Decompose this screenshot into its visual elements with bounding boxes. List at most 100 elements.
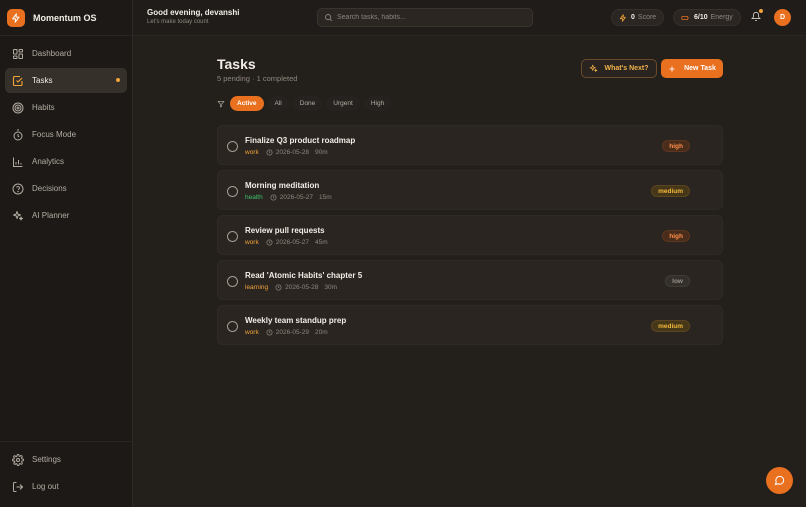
dashboard-icon (11, 47, 25, 61)
sidebar-item-analytics[interactable]: Analytics (5, 149, 127, 174)
sidebar-item-label: Decisions (32, 184, 67, 193)
sidebar-item-ai-planner[interactable]: AI Planner (5, 203, 127, 228)
task-title: Read 'Atomic Habits' chapter 5 (245, 271, 363, 280)
task-checkbox[interactable] (227, 231, 238, 242)
task-card[interactable]: Weekly team standup prep work 2026-05-29… (217, 305, 723, 345)
task-meta: learning 2026-05-28 30m (245, 284, 337, 291)
task-card[interactable]: Review pull requests work 2026-05-27 45m… (217, 215, 723, 255)
sidebar-item-decisions[interactable]: Decisions (5, 176, 127, 201)
filter-chip-urgent[interactable]: Urgent (326, 96, 360, 111)
task-category: learning (245, 284, 269, 291)
sidebar-item-label: Tasks (32, 76, 53, 85)
task-date: 2026-05-28 (285, 284, 319, 291)
whats-next-button[interactable]: What's Next? (581, 59, 657, 78)
brand[interactable]: Momentum OS (0, 0, 132, 36)
tasks-icon (11, 74, 25, 88)
page-subtitle: 5 pending · 1 completed (217, 74, 298, 83)
task-title: Finalize Q3 product roadmap (245, 136, 356, 145)
task-category: work (245, 149, 259, 156)
energy-label: Energy (710, 14, 733, 21)
task-duration: 45m (314, 239, 328, 246)
greeting-subtitle: Let's make today count (147, 19, 209, 25)
sparkles-icon (589, 64, 598, 73)
sidebar-item-logout[interactable]: Log out (5, 474, 128, 499)
sidebar-item-label: Analytics (32, 157, 65, 166)
top-bar: Good evening, devanshi Let's make today … (133, 0, 806, 36)
filter-icon (217, 100, 225, 108)
task-checkbox[interactable] (227, 321, 238, 332)
task-date: 2026-05-27 (275, 239, 309, 246)
task-card[interactable]: Morning meditation health 2026-05-27 15m… (217, 170, 723, 210)
sparkles-icon (11, 209, 25, 223)
bolt-icon (619, 13, 627, 22)
clock-icon (266, 149, 273, 156)
task-checkbox[interactable] (227, 186, 238, 197)
sidebar-footer: Settings Log out (0, 441, 133, 507)
sidebar-item-dashboard[interactable]: Dashboard (5, 41, 127, 66)
sidebar-item-focus-mode[interactable]: Focus Mode (5, 122, 127, 147)
task-meta: work 2026-05-28 90m (245, 149, 328, 156)
score-value: 0 (631, 14, 635, 21)
clock-icon (275, 284, 282, 291)
priority-badge: high (662, 140, 690, 152)
sidebar-item-label: Habits (32, 103, 55, 112)
clock-icon (270, 194, 277, 201)
filter-bar: Active All Done Urgent High (217, 96, 395, 111)
sidebar-item-label: Settings (32, 455, 61, 464)
filter-chip-active[interactable]: Active (230, 96, 264, 111)
task-date: 2026-05-29 (275, 329, 309, 336)
sidebar-item-label: AI Planner (32, 211, 70, 220)
task-checkbox[interactable] (227, 141, 238, 152)
sidebar-item-tasks[interactable]: Tasks (5, 68, 127, 93)
filter-chip-all[interactable]: All (267, 96, 289, 111)
task-title: Morning meditation (245, 181, 320, 190)
task-duration: 90m (314, 149, 328, 156)
energy-pill[interactable]: 6/10 Energy (673, 9, 741, 26)
task-date: 2026-05-28 (275, 149, 309, 156)
notification-dot (759, 9, 763, 13)
priority-badge: medium (651, 320, 690, 332)
filter-chip-done[interactable]: Done (292, 96, 323, 111)
task-checkbox[interactable] (227, 276, 238, 287)
whats-next-label: What's Next? (604, 65, 649, 72)
app-name: Momentum OS (33, 12, 97, 23)
timer-icon (11, 128, 25, 142)
help-circle-icon (11, 182, 25, 196)
sidebar-item-habits[interactable]: Habits (5, 95, 127, 120)
page-title: Tasks (217, 56, 256, 72)
analytics-icon (11, 155, 25, 169)
task-card[interactable]: Read 'Atomic Habits' chapter 5 learning … (217, 260, 723, 300)
chat-bubble-icon (774, 475, 785, 486)
sidebar: Momentum OS Dashboard Tasks Habits Focus… (0, 0, 133, 507)
task-card[interactable]: Finalize Q3 product roadmap work 2026-05… (217, 125, 723, 165)
main-content: Tasks 5 pending · 1 completed What's Nex… (133, 37, 806, 507)
chat-assistant-button[interactable] (766, 467, 793, 494)
sidebar-nav: Dashboard Tasks Habits Focus Mode Analyt… (0, 36, 132, 228)
priority-badge: medium (651, 185, 690, 197)
battery-icon (681, 14, 690, 22)
task-meta: work 2026-05-29 20m (245, 329, 328, 336)
task-category: health (245, 194, 263, 201)
task-list: Finalize Q3 product roadmap work 2026-05… (217, 125, 723, 350)
clock-icon (266, 239, 273, 246)
search-box[interactable] (317, 8, 533, 27)
sidebar-item-label: Focus Mode (32, 130, 77, 139)
notifications-button[interactable] (751, 9, 763, 22)
filter-chip-high[interactable]: High (363, 96, 392, 111)
clock-icon (266, 329, 273, 336)
priority-badge: low (665, 275, 690, 287)
score-pill[interactable]: 0 Score (611, 9, 665, 26)
sidebar-item-settings[interactable]: Settings (5, 447, 128, 472)
avatar[interactable]: D (774, 9, 791, 26)
task-category: work (245, 239, 259, 246)
sidebar-item-label: Log out (32, 482, 59, 491)
new-task-label: New Task (684, 65, 716, 72)
new-task-button[interactable]: New Task (661, 59, 723, 78)
sidebar-item-label: Dashboard (32, 49, 72, 58)
search-input[interactable] (337, 14, 517, 21)
task-date: 2026-05-27 (279, 194, 313, 201)
target-icon (11, 101, 25, 115)
greeting-title: Good evening, devanshi (147, 8, 240, 17)
task-title: Review pull requests (245, 226, 325, 235)
search-icon (324, 13, 333, 22)
